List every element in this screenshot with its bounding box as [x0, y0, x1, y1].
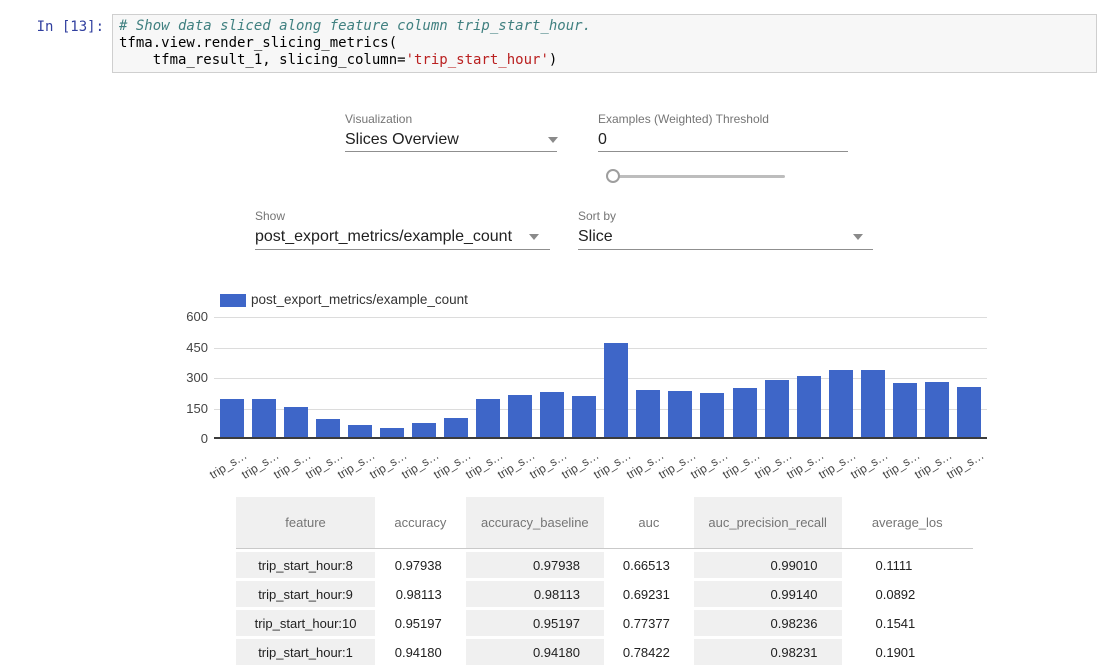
chevron-down-icon [529, 234, 539, 240]
table-row[interactable]: trip_start_hour:90.981130.981130.692310.… [236, 581, 973, 610]
table-cell: 0.97938 [466, 549, 604, 581]
table-cell: 0.95197 [375, 610, 466, 639]
table-cell: 0.98113 [375, 581, 466, 610]
bar[interactable] [765, 380, 789, 437]
bar[interactable] [797, 376, 821, 437]
bar[interactable] [508, 395, 532, 437]
y-tick-label: 150 [170, 402, 208, 416]
bar[interactable] [444, 418, 468, 437]
sort-by-value: Slice [578, 228, 613, 246]
bar[interactable] [476, 399, 500, 437]
table-row[interactable]: trip_start_hour:80.979380.979380.665130.… [236, 549, 973, 581]
table-cell: 0.69231 [604, 581, 694, 610]
table-cell: trip_start_hour:9 [236, 581, 375, 610]
table-cell: 0.77377 [604, 610, 694, 639]
y-tick-label: 0 [170, 432, 208, 446]
bar[interactable] [861, 370, 885, 437]
table-row[interactable]: trip_start_hour:10.941800.941800.784220.… [236, 639, 973, 668]
bar[interactable] [829, 370, 853, 437]
bar[interactable] [348, 425, 372, 437]
table-cell: 0.94180 [375, 639, 466, 668]
table-cell: 0.0892 [842, 581, 974, 610]
show-value: post_export_metrics/example_count [255, 228, 512, 246]
bar[interactable] [252, 399, 276, 437]
table-cell: 0.1541 [842, 610, 974, 639]
table-cell: 0.99010 [694, 549, 842, 581]
sort-by-label: Sort by [578, 209, 616, 223]
column-header[interactable]: accuracy [375, 497, 466, 549]
code-input-area[interactable]: # Show data sliced along feature column … [112, 14, 1097, 73]
underline [255, 249, 550, 250]
bar[interactable] [284, 407, 308, 437]
bar[interactable] [540, 392, 564, 437]
show-label: Show [255, 209, 285, 223]
bar[interactable] [893, 383, 917, 437]
visualization-value: Slices Overview [345, 131, 459, 149]
underline [345, 151, 557, 152]
bar[interactable] [412, 423, 436, 437]
threshold-slider-handle[interactable] [606, 169, 620, 183]
table-cell: 0.94180 [466, 639, 604, 668]
threshold-slider-track[interactable] [612, 175, 785, 178]
table-cell: 0.97938 [375, 549, 466, 581]
table-header-row: featureaccuracyaccuracy_baselineaucauc_p… [236, 497, 973, 549]
legend-label: post_export_metrics/example_count [251, 292, 468, 307]
table-cell: 0.98113 [466, 581, 604, 610]
table-cell: trip_start_hour:10 [236, 610, 375, 639]
y-tick-label: 450 [170, 341, 208, 355]
chevron-down-icon [853, 234, 863, 240]
x-axis-baseline [214, 437, 987, 439]
table-cell: 0.98236 [694, 610, 842, 639]
table-cell: trip_start_hour:8 [236, 549, 375, 581]
metrics-table-container: featureaccuracyaccuracy_baselineaucauc_p… [236, 497, 973, 668]
table-row[interactable]: trip_start_hour:100.951970.951970.773770… [236, 610, 973, 639]
bars [214, 317, 987, 437]
bar-chart [214, 317, 987, 439]
legend-swatch [220, 294, 246, 307]
code-string: 'trip_start_hour' [406, 52, 549, 68]
chevron-down-icon [548, 137, 558, 143]
column-header[interactable]: auc [604, 497, 694, 549]
bar[interactable] [957, 387, 981, 437]
bar[interactable] [925, 382, 949, 437]
column-header[interactable]: feature [236, 497, 375, 549]
cell-prompt: In [13]: [30, 19, 104, 35]
y-tick-label: 300 [170, 371, 208, 385]
table-cell: 0.99140 [694, 581, 842, 610]
table-cell: 0.66513 [604, 549, 694, 581]
column-header[interactable]: accuracy_baseline [466, 497, 604, 549]
code-comment: # Show data sliced along feature column … [119, 18, 591, 34]
bar[interactable] [636, 390, 660, 437]
column-header[interactable]: auc_precision_recall [694, 497, 842, 549]
bar[interactable] [604, 343, 628, 437]
threshold-input[interactable] [598, 131, 846, 149]
bar[interactable] [316, 419, 340, 437]
y-tick-label: 600 [170, 310, 208, 324]
bar[interactable] [733, 388, 757, 437]
table-body: trip_start_hour:80.979380.979380.665130.… [236, 549, 973, 668]
visualization-label: Visualization [345, 112, 412, 126]
bar[interactable] [380, 428, 404, 437]
bar[interactable] [668, 391, 692, 437]
metrics-table: featureaccuracyaccuracy_baselineaucauc_p… [236, 497, 973, 668]
bar[interactable] [220, 399, 244, 437]
bar[interactable] [572, 396, 596, 437]
table-cell: 0.98231 [694, 639, 842, 668]
table-cell: 0.1901 [842, 639, 974, 668]
underline [598, 151, 848, 152]
table-cell: 0.95197 [466, 610, 604, 639]
column-header[interactable]: average_los [842, 497, 974, 549]
table-cell: 0.78422 [604, 639, 694, 668]
table-cell: trip_start_hour:1 [236, 639, 375, 668]
code-text: # Show data sliced along feature column … [119, 18, 1090, 69]
threshold-label: Examples (Weighted) Threshold [598, 112, 769, 126]
underline [578, 249, 873, 250]
table-cell: 0.1111 [842, 549, 974, 581]
bar[interactable] [700, 393, 724, 437]
